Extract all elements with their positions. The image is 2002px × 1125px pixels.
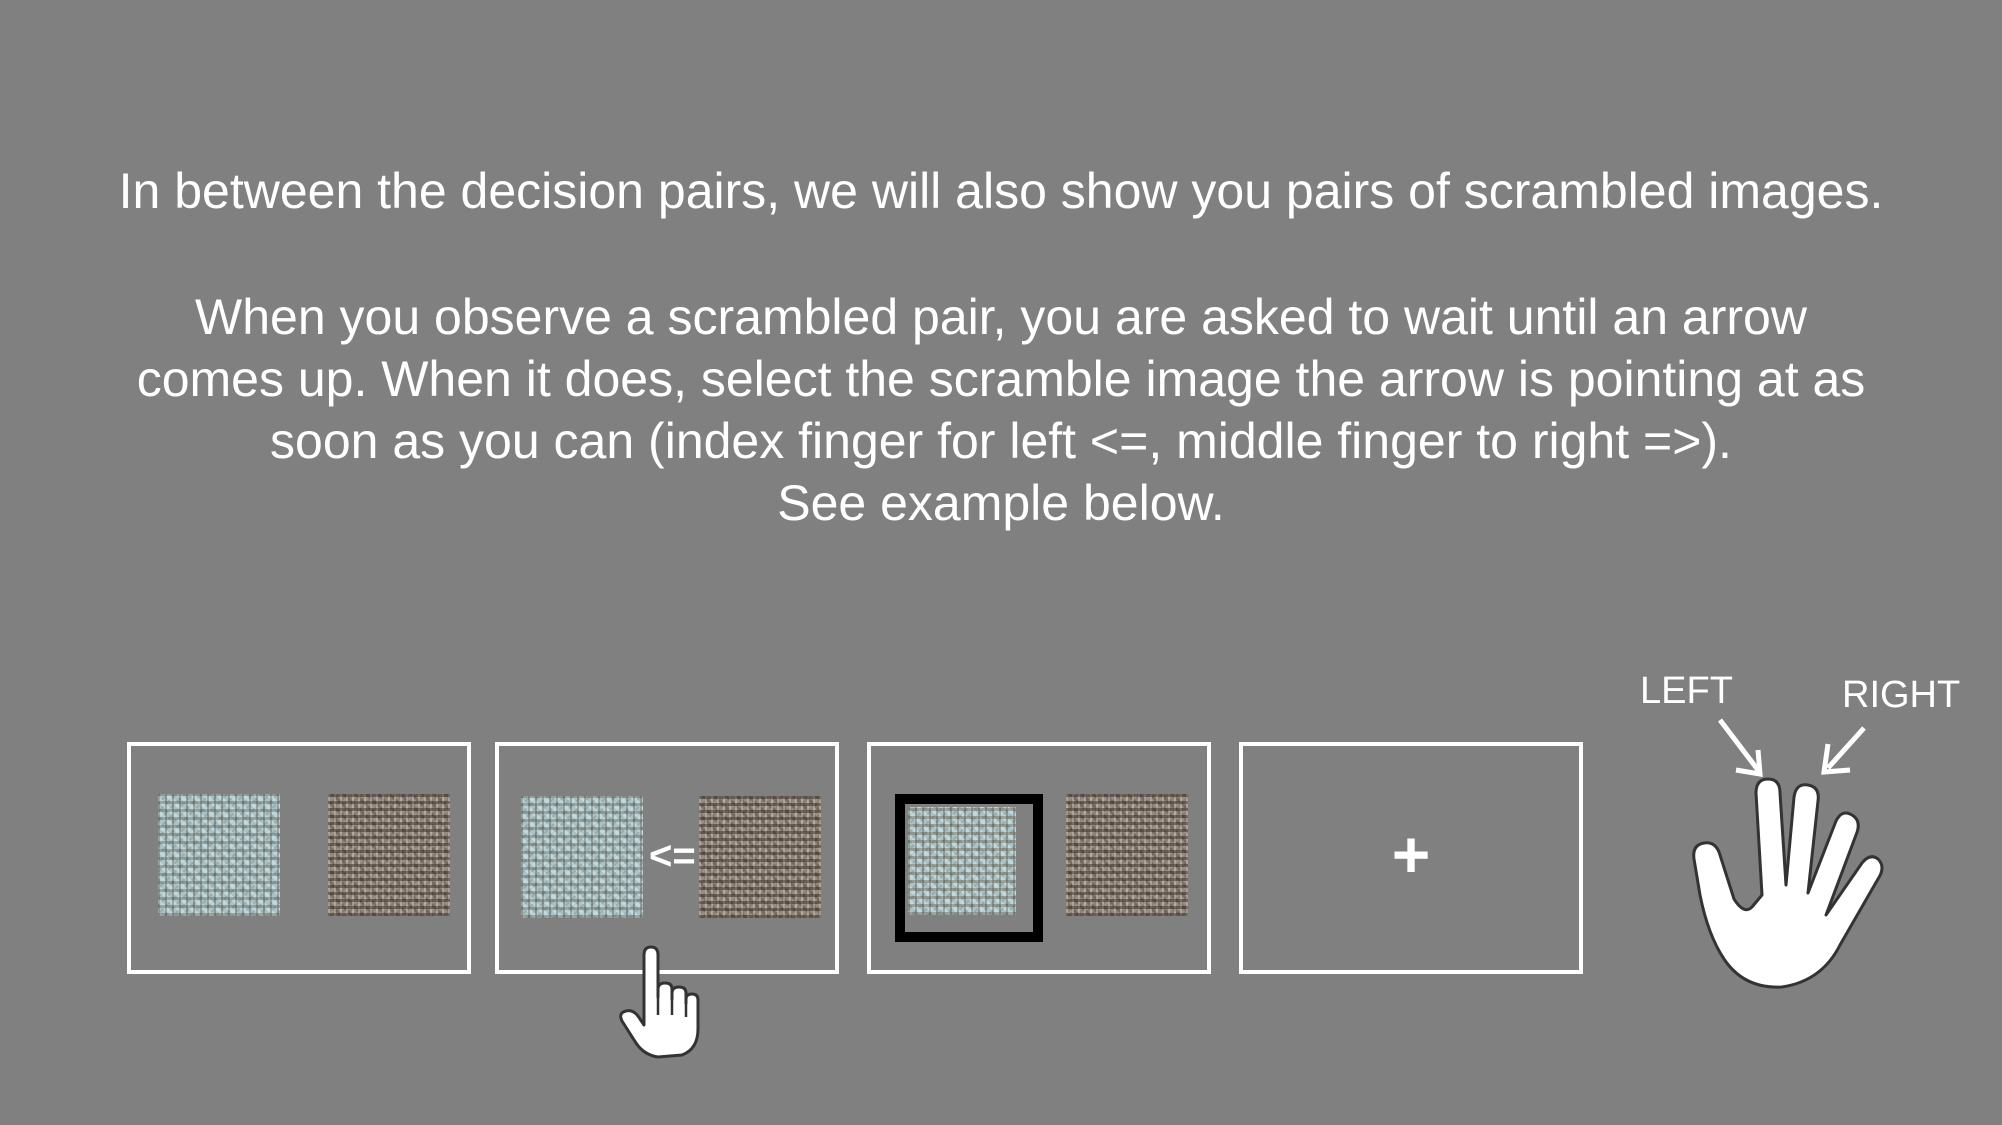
scrambled-image-right	[328, 794, 450, 916]
arrow-cue: <=	[649, 834, 696, 878]
right-finger-label: RIGHT	[1842, 674, 1961, 716]
open-hand-icon	[1692, 777, 1884, 989]
example-frame-left-selected	[867, 742, 1211, 974]
scrambled-image-left	[158, 794, 280, 916]
instruction-paragraph-2: When you observe a scrambled pair, you a…	[0, 286, 2002, 534]
fixation-cross: +	[1391, 817, 1431, 891]
example-frame-fixation: +	[1239, 742, 1583, 974]
scrambled-image-right	[699, 796, 821, 918]
instruction-paragraph-1: In between the decision pairs, we will a…	[118, 163, 1884, 219]
scrambled-image-right	[1066, 794, 1188, 916]
scrambled-image-left	[521, 796, 643, 918]
instruction-line: When you observe a scrambled pair, you a…	[195, 289, 1807, 345]
instruction-line: See example below.	[777, 475, 1225, 531]
left-finger-label: LEFT	[1640, 670, 1733, 712]
instruction-line: soon as you can (index finger for left <…	[270, 413, 1732, 469]
example-frame-arrow-cue: <=	[495, 742, 839, 974]
instruction-line: comes up. When it does, select the scram…	[136, 351, 1866, 407]
example-frame-scrambled-pair	[127, 742, 471, 974]
hand-pointer-icon	[619, 945, 700, 1059]
scrambled-image-left	[908, 807, 1016, 915]
